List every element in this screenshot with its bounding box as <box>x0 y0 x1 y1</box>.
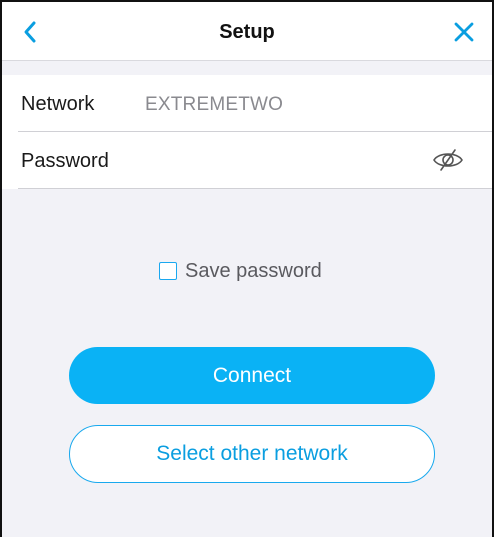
toggle-password-visibility-button[interactable] <box>430 145 466 175</box>
section-spacer <box>2 61 492 75</box>
page-title: Setup <box>219 21 275 43</box>
connect-button[interactable]: Connect <box>69 347 435 404</box>
password-label: Password <box>21 150 109 172</box>
password-input[interactable] <box>145 144 409 176</box>
network-label: Network <box>21 93 95 115</box>
select-other-network-button[interactable]: Select other network <box>69 425 435 483</box>
save-password-label: Save password <box>185 259 322 282</box>
close-button[interactable] <box>448 16 480 48</box>
network-name-value: EXTREMETWO <box>145 94 284 115</box>
divider <box>18 188 492 189</box>
network-form: Network EXTREMETWO Password <box>2 75 492 189</box>
close-icon <box>454 22 474 42</box>
network-row: Network EXTREMETWO <box>2 75 492 132</box>
save-password-option[interactable]: Save password <box>159 259 322 283</box>
navigation-bar: Setup <box>2 2 492 61</box>
screen: Setup Network EXTREMETWO Password Save p… <box>0 0 494 537</box>
eye-slash-icon <box>433 149 463 171</box>
save-password-checkbox[interactable] <box>159 262 177 280</box>
password-row: Password <box>2 132 492 189</box>
